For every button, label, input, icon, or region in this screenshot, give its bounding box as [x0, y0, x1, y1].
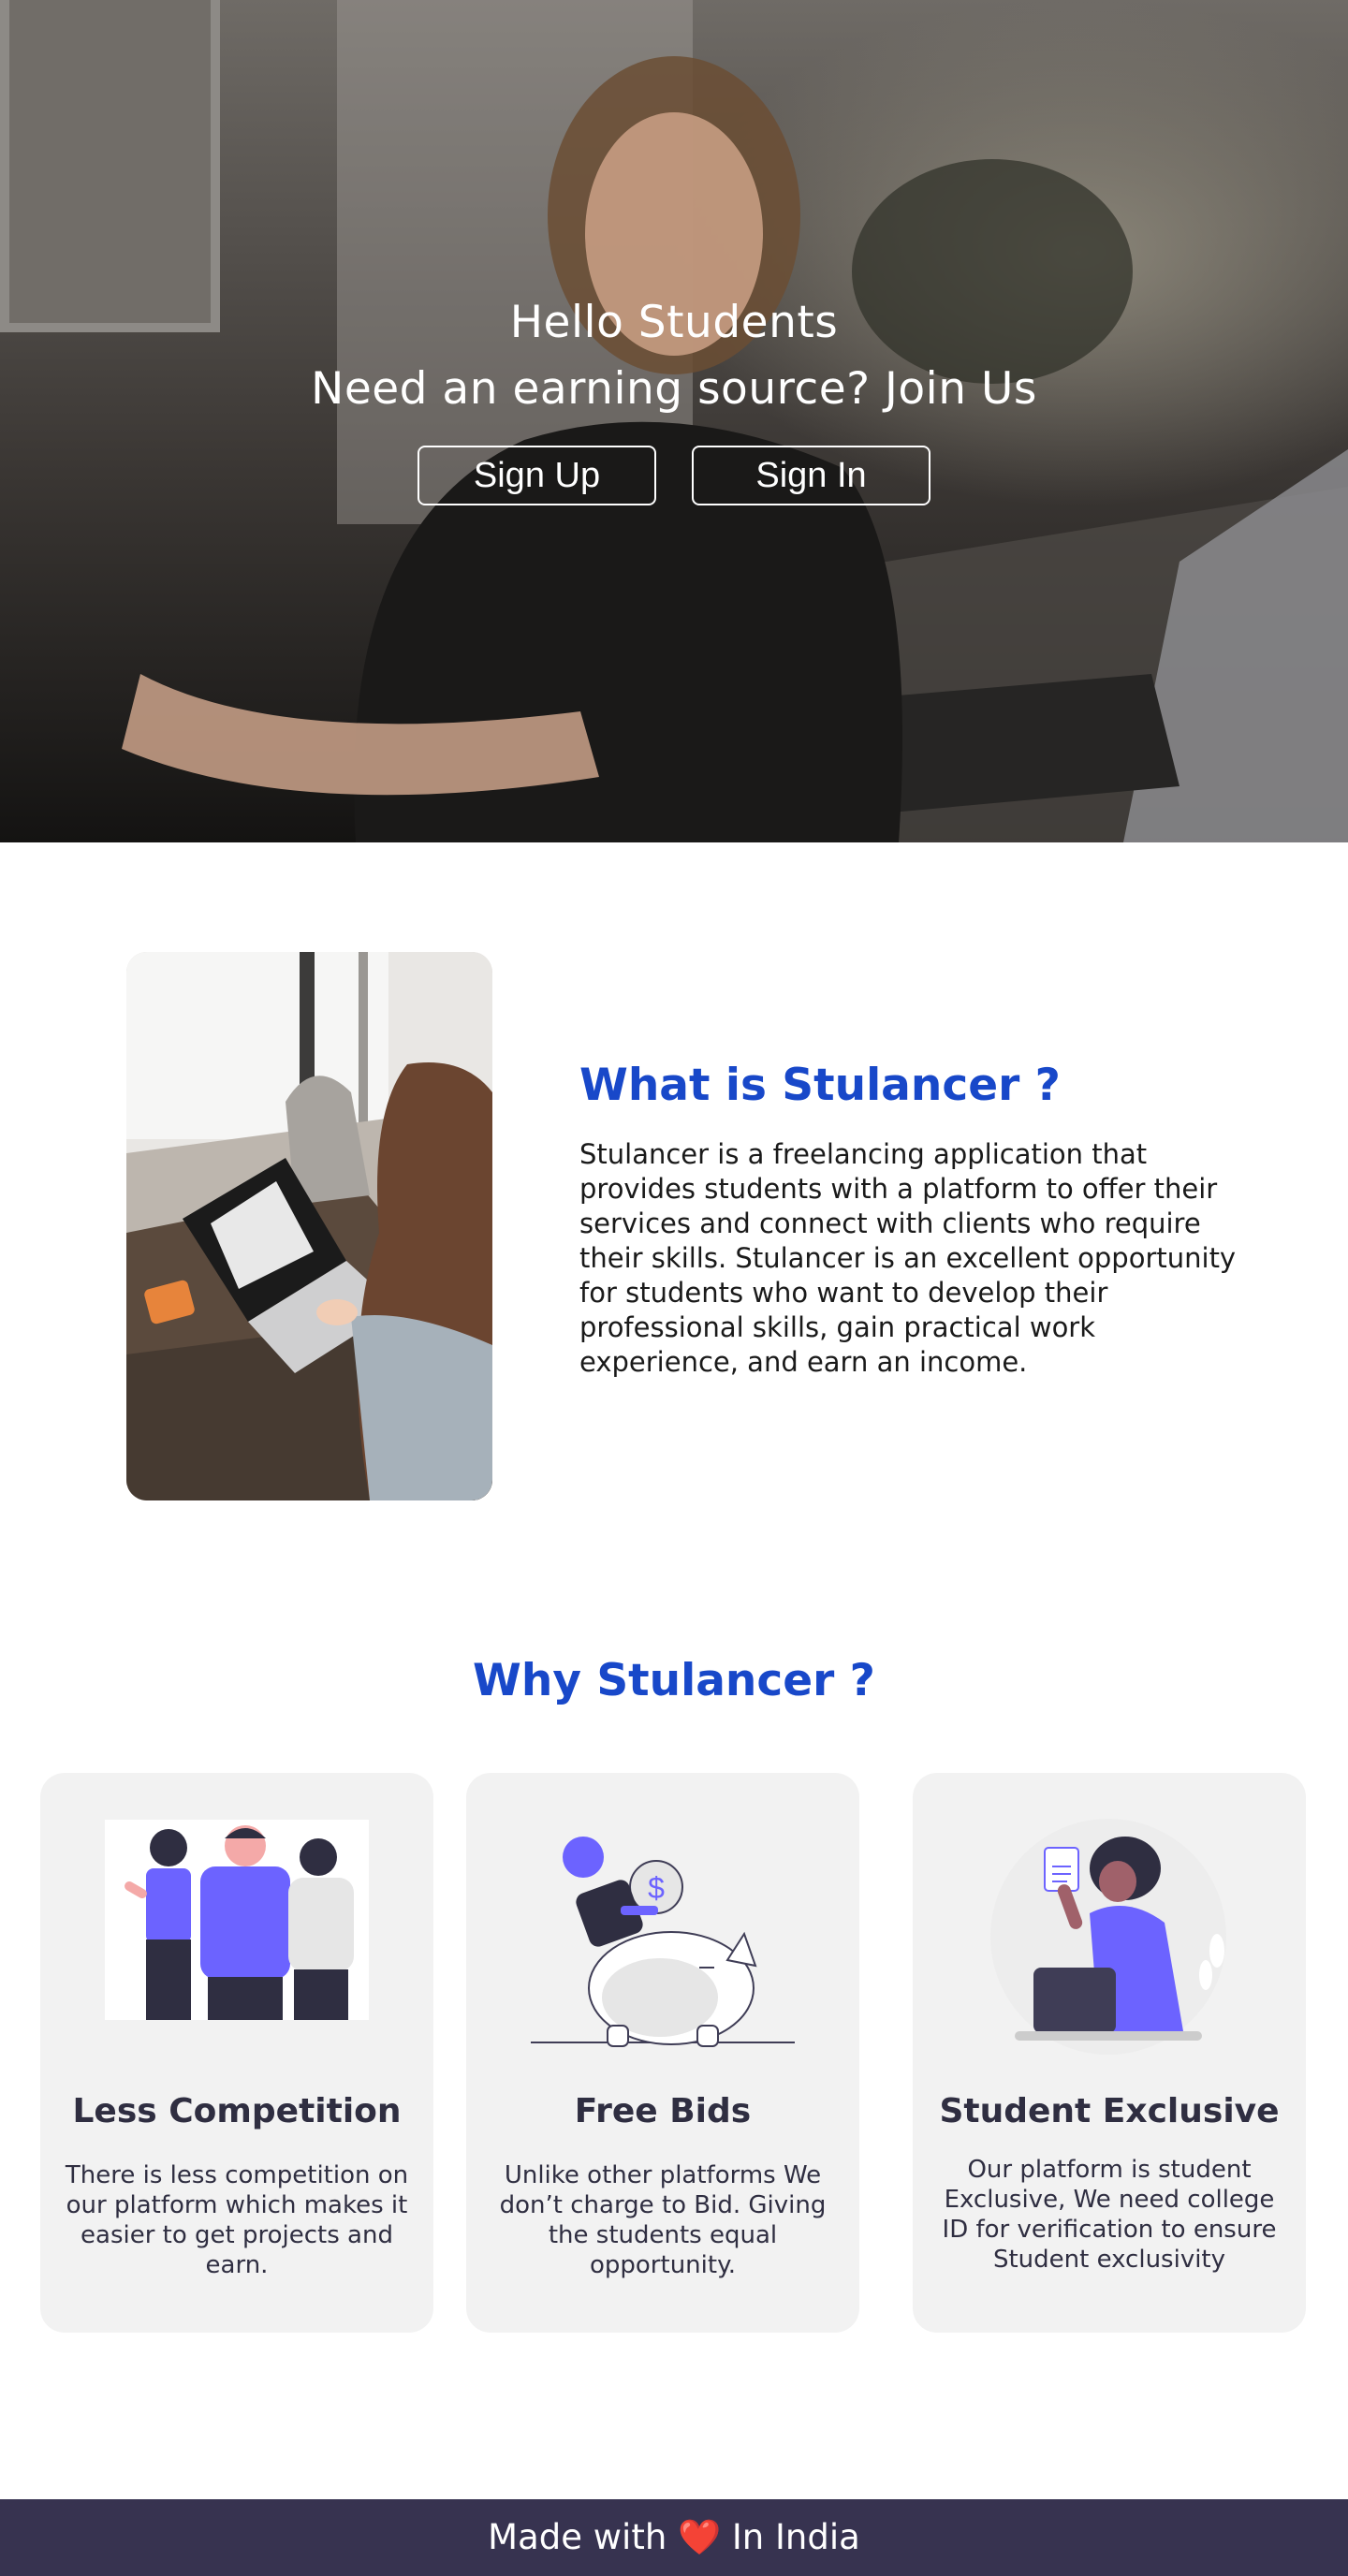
heart-icon: ❤️	[678, 2517, 722, 2557]
student-laptop-photo	[126, 952, 492, 1500]
footer: Made with ❤️ In India	[0, 2499, 1348, 2576]
feature-card-student-exclusive: Student Exclusive Our platform is studen…	[913, 1773, 1306, 2333]
why-heading: Why Stulancer ?	[473, 1655, 875, 1706]
hero-section: Hello Students Need an earning source? J…	[0, 0, 1348, 842]
svg-text:$: $	[648, 1871, 665, 1905]
card-title: Student Exclusive	[939, 2092, 1280, 2130]
feature-card-less-competition: Less Competition There is less competiti…	[40, 1773, 433, 2333]
group-of-people-icon	[105, 1820, 369, 2020]
about-photo	[126, 952, 492, 1500]
card-text: Our platform is student Exclusive, We ne…	[942, 2156, 1277, 2274]
hero-content: Hello Students Need an earning source? J…	[0, 290, 1348, 505]
hero-subtitle: Need an earning source? Join Us	[311, 363, 1037, 415]
about-description: Stulancer is a freelancing application t…	[579, 1138, 1237, 1378]
hero-title: Hello Students	[509, 297, 839, 348]
student-with-laptop-icon	[990, 1819, 1226, 2055]
card-text: There is less competition on our platfor…	[65, 2161, 409, 2279]
piggy-bank-icon: $	[531, 1837, 795, 2047]
card-title: Free Bids	[574, 2092, 752, 2130]
card-text: Unlike other platforms We don’t charge t…	[499, 2161, 827, 2279]
hero-buttons: Sign Up Sign In	[0, 446, 1348, 505]
sign-in-button[interactable]: Sign In	[692, 446, 930, 505]
footer-suffix: In India	[731, 2517, 860, 2557]
about-section: What is Stulancer ? Stulancer is a freel…	[579, 1051, 1253, 1380]
about-heading: What is Stulancer ?	[579, 1060, 1061, 1111]
card-title: Less Competition	[72, 2092, 402, 2130]
sign-up-button[interactable]: Sign Up	[418, 446, 656, 505]
footer-prefix: Made with	[488, 2517, 667, 2557]
feature-card-free-bids: $ Free Bids Unlike other platforms We do…	[466, 1773, 859, 2333]
